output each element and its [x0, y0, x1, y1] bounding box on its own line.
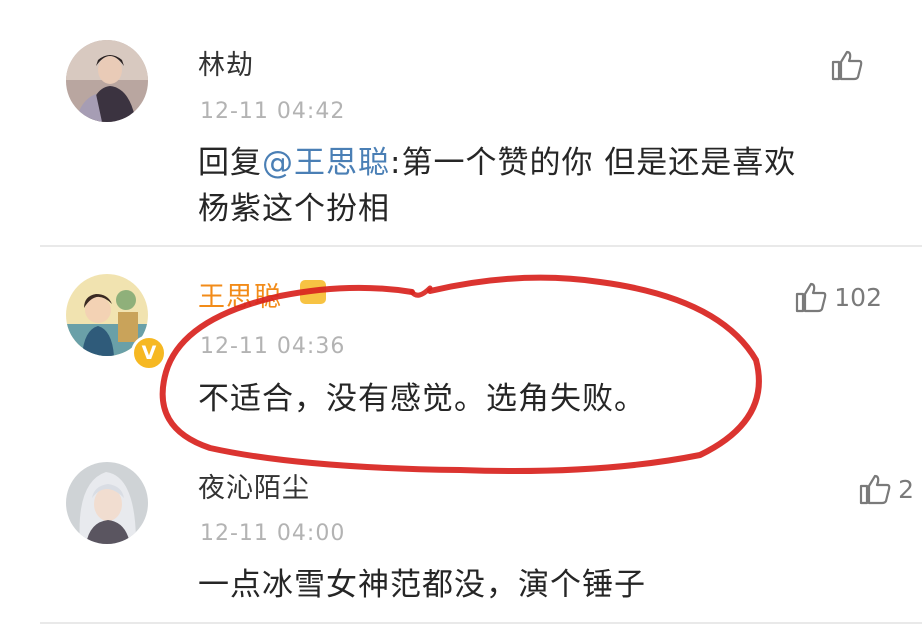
comment-text: 不适合，没有感觉。选角失败。 — [198, 381, 646, 417]
timestamp: 12-11 04:00 — [200, 521, 346, 546]
like-button[interactable]: 2 — [858, 472, 914, 506]
avatar[interactable] — [66, 40, 148, 122]
thumbs-up-icon — [858, 472, 892, 506]
reply-prefix: 回复 — [198, 145, 262, 181]
verified-badge-icon: V — [131, 335, 167, 371]
like-button[interactable]: 102 — [794, 280, 882, 314]
comment-item: 林劫 12-11 04:42 回复@王思聪:第一个赞的你 但是还是喜欢 杨紫这个… — [0, 0, 922, 247]
divider — [40, 245, 922, 247]
like-count: 2 — [898, 474, 914, 504]
username[interactable]: 林劫 — [198, 43, 254, 82]
comment-text: 回复@王思聪:第一个赞的你 但是还是喜欢 杨紫这个扮相 — [198, 140, 796, 232]
thumbs-up-icon — [830, 48, 864, 82]
like-count: 102 — [834, 282, 882, 312]
comment-text-line2: 杨紫这个扮相 — [198, 191, 390, 227]
comment-item: 夜沁陌尘 12-11 04:00 一点冰雪女神范都没，演个锤子 2 — [0, 450, 922, 642]
divider — [40, 622, 922, 624]
avatar[interactable] — [66, 462, 148, 544]
vip-level-icon — [300, 280, 326, 304]
comment-item: V 王思聪 12-11 04:36 不适合，没有感觉。选角失败。 102 — [0, 250, 922, 450]
like-button[interactable] — [830, 48, 870, 82]
comment-text-line1: :第一个赞的你 但是还是喜欢 — [390, 145, 797, 181]
username[interactable]: 王思聪 — [198, 275, 282, 314]
thumbs-up-icon — [794, 280, 828, 314]
timestamp: 12-11 04:36 — [200, 334, 346, 359]
timestamp: 12-11 04:42 — [200, 99, 346, 124]
username[interactable]: 夜沁陌尘 — [198, 466, 310, 505]
mention-link[interactable]: @王思聪 — [262, 145, 390, 181]
comment-text: 一点冰雪女神范都没，演个锤子 — [198, 567, 646, 603]
